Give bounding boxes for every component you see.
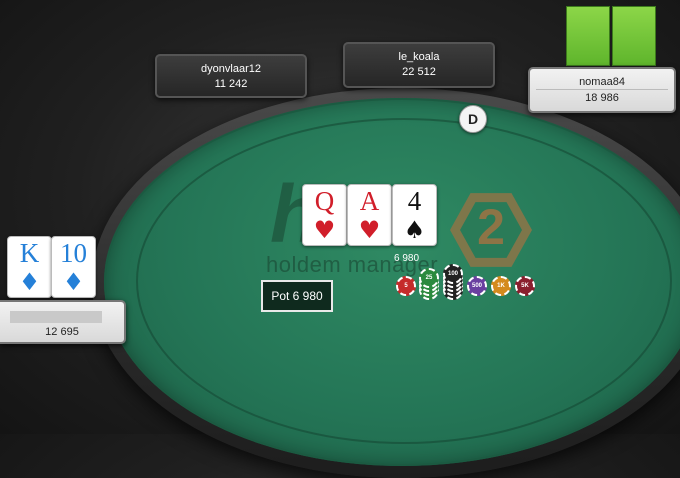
chip-1k: 1K [491, 276, 511, 296]
card-rank: A [359, 186, 380, 216]
card-rank: 4 [407, 186, 422, 216]
player-name: nomaa84 [579, 76, 625, 88]
player-stack: 18 986 [585, 92, 619, 104]
player-seat-nomaa84[interactable]: nomaa84 18 986 [528, 67, 676, 113]
heart-suit-icon: ♥ [313, 216, 336, 244]
player-stack: 11 242 [214, 78, 248, 90]
hidden-player-name [10, 311, 102, 323]
player-seat-hero[interactable]: 12 695 [0, 300, 126, 344]
board-card: Q ♥ [302, 184, 347, 246]
spade-suit-icon: ♠ [403, 216, 426, 244]
timer-bar [566, 6, 610, 66]
player-stack: 22 512 [402, 66, 436, 78]
board-card: A ♥ [347, 184, 392, 246]
diamond-suit-icon: ♦ [62, 268, 85, 296]
player-stack: 12 695 [45, 326, 79, 338]
diamond-suit-icon: ♦ [18, 268, 41, 296]
card-rank: 10 [60, 238, 87, 268]
heart-suit-icon: ♥ [358, 216, 381, 244]
card-rank: K [19, 238, 40, 268]
player-seat-le-koala[interactable]: le_koala 22 512 [343, 42, 495, 88]
chip-5: 5 [396, 276, 416, 296]
player-seat-dyonvlaar12[interactable]: dyonvlaar12 11 242 [155, 54, 307, 98]
poker-table-view: h holdem manager 2 dyonvlaar12 11 242 le… [0, 0, 680, 478]
logo-number: 2 [477, 199, 505, 255]
player-name: dyonvlaar12 [201, 63, 261, 75]
chip-100: 100 [443, 264, 463, 284]
chip-5k: 5K [515, 276, 535, 296]
dealer-button: D [459, 105, 487, 133]
hero-card: K ♦ [7, 236, 52, 298]
chip-25: 25 [419, 268, 439, 288]
action-timer-indicator [566, 6, 656, 66]
chip-500: 500 [467, 276, 487, 296]
bet-amount: 6 980 [394, 253, 420, 264]
card-rank: Q [314, 186, 335, 216]
timer-bar [612, 6, 656, 66]
hero-card: 10 ♦ [51, 236, 96, 298]
pot-total: Pot 6 980 [261, 280, 333, 312]
board-card: 4 ♠ [392, 184, 437, 246]
player-name: le_koala [398, 51, 440, 63]
